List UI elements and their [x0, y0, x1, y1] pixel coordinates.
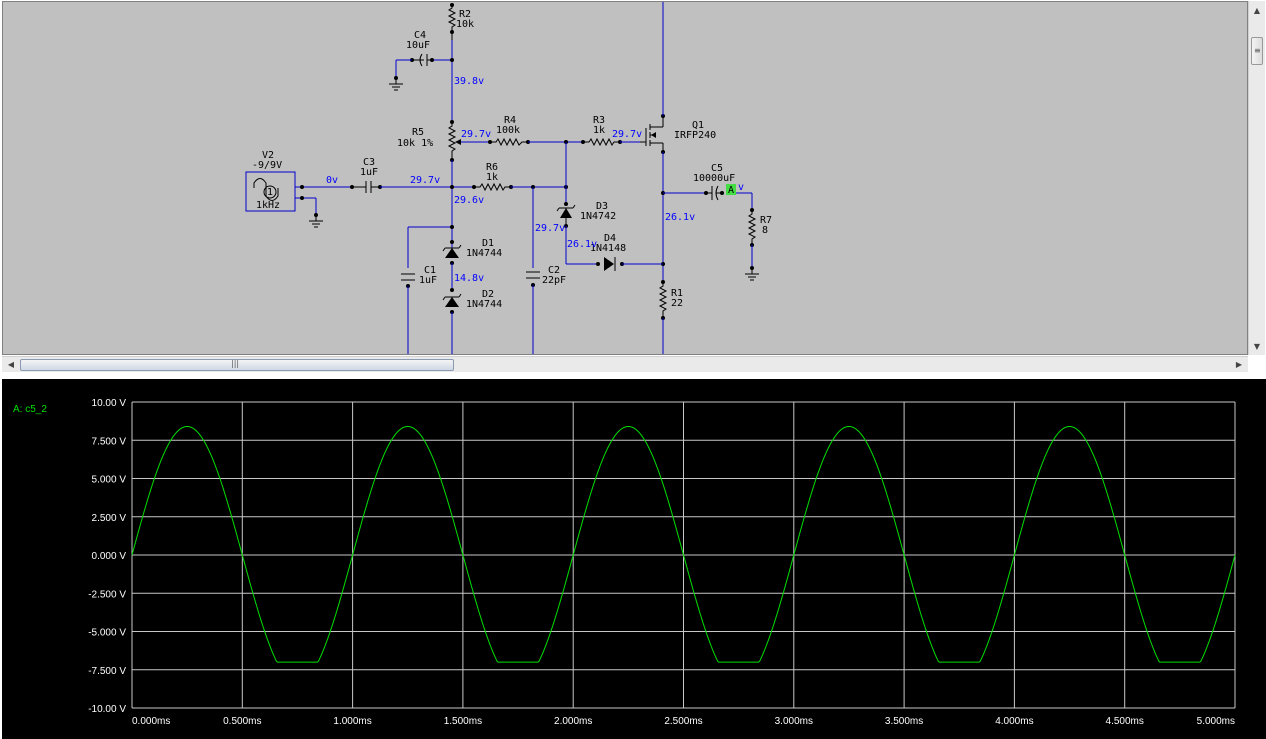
schematic-pane: R2 10k C4 10uF R5 10k 1% R4 100k R3 1k Q…: [0, 0, 1266, 372]
scroll-down-icon[interactable]: ▼: [1250, 339, 1264, 353]
x-tick-label: 1.500ms: [444, 716, 482, 727]
horizontal-scroll-thumb[interactable]: |||: [20, 359, 454, 371]
q1-value: IRFP240: [674, 130, 716, 141]
y-tick-label: -2.500 V: [88, 589, 126, 600]
node-voltage: v: [738, 182, 744, 193]
r5-value: 10k 1%: [397, 138, 433, 149]
y-tick-label: -10.00 V: [88, 704, 126, 715]
x-tick-label: 2.500ms: [664, 716, 702, 727]
r7-value: 8: [762, 225, 768, 236]
oscilloscope-pane: A: c5_2 10.00 V 7.500 V 5.000 V 2.500 V 0.00…: [0, 375, 1266, 739]
node-voltage: 29.7v: [410, 175, 440, 186]
y-tick-label: 10.00 V: [92, 398, 127, 409]
x-tick-label: 2.000ms: [554, 716, 592, 727]
vertical-scrollbar[interactable]: ▲ ≡ ▼: [1248, 1, 1265, 355]
y-tick-label: -7.500 V: [88, 666, 126, 677]
node-voltage: 29.7v: [461, 129, 491, 140]
schematic-canvas[interactable]: R2 10k C4 10uF R5 10k 1% R4 100k R3 1k Q…: [2, 1, 1248, 355]
y-axis-labels: 10.00 V 7.500 V 5.000 V 2.500 V 0.000 V -2.50…: [88, 398, 126, 715]
scroll-up-icon[interactable]: ▲: [1250, 3, 1264, 17]
c5-value: 10000uF: [693, 173, 735, 184]
node-voltage: 0v: [326, 175, 338, 186]
r4-value: 100k: [496, 125, 520, 136]
x-tick-label: 0.500ms: [223, 716, 261, 727]
scroll-right-icon[interactable]: ▶: [1232, 357, 1246, 371]
node-voltage: 29.6v: [454, 195, 484, 206]
c1-value: 1uF: [419, 275, 437, 286]
r3-value: 1k: [593, 125, 605, 136]
schematic-drawing: R2 10k C4 10uF R5 10k 1% R4 100k R3 1k Q…: [245, 2, 772, 354]
r5-ref: R5: [412, 127, 424, 138]
node-voltage: 14.8v: [454, 273, 484, 284]
grip-icon: ≡: [1254, 46, 1261, 55]
oscilloscope-display[interactable]: A: c5_2 10.00 V 7.500 V 5.000 V 2.500 V 0.00…: [2, 379, 1266, 739]
r1-value: 22: [671, 298, 683, 309]
node-voltage: 29.7v: [535, 223, 565, 234]
y-tick-label: 0.000 V: [92, 551, 127, 562]
r2-value: 10k: [456, 19, 474, 30]
v2-amplitude: -9/9V: [252, 160, 282, 171]
x-tick-label: 3.000ms: [775, 716, 813, 727]
x-tick-label: 0.000ms: [132, 716, 170, 727]
d3-value: 1N4742: [580, 211, 616, 222]
y-tick-label: 2.500 V: [92, 513, 127, 524]
vertical-scroll-thumb[interactable]: ≡: [1251, 37, 1263, 65]
probe-tag: A: [728, 185, 734, 196]
scroll-left-icon[interactable]: ◀: [4, 357, 18, 371]
node-voltage: 26.1v: [665, 212, 695, 223]
y-tick-label: 7.500 V: [92, 436, 127, 447]
x-tick-label: 4.000ms: [995, 716, 1033, 727]
node-voltage: 39.8v: [454, 76, 484, 87]
c2-value: 22pF: [542, 275, 566, 286]
waveform-plot: 10.00 V 7.500 V 5.000 V 2.500 V 0.000 V -2.50…: [88, 398, 1236, 727]
c3-value: 1uF: [360, 167, 378, 178]
node-voltage: 26.1v: [567, 239, 597, 250]
horizontal-scrollbar[interactable]: ◀ ||| ▶: [2, 356, 1248, 372]
x-axis-labels: 0.000ms 0.500ms 1.000ms 1.500ms 2.000ms 2.500…: [132, 716, 1235, 727]
node-voltage: 29.7v: [612, 129, 642, 140]
x-tick-label: 3.500ms: [885, 716, 923, 727]
x-tick-label: 5.000ms: [1197, 716, 1235, 727]
v2-frequency: 1kHz: [256, 200, 280, 211]
d1-value: 1N4744: [466, 248, 502, 259]
grip-icon: |||: [231, 359, 240, 368]
x-tick-label: 4.500ms: [1106, 716, 1144, 727]
y-tick-label: -5.000 V: [88, 628, 126, 639]
v2-symbol: 1: [267, 187, 273, 198]
r6-value: 1k: [486, 172, 498, 183]
y-tick-label: 5.000 V: [92, 475, 127, 486]
d2-value: 1N4744: [466, 299, 502, 310]
c4-value: 10uF: [406, 40, 430, 51]
x-tick-label: 1.000ms: [333, 716, 371, 727]
